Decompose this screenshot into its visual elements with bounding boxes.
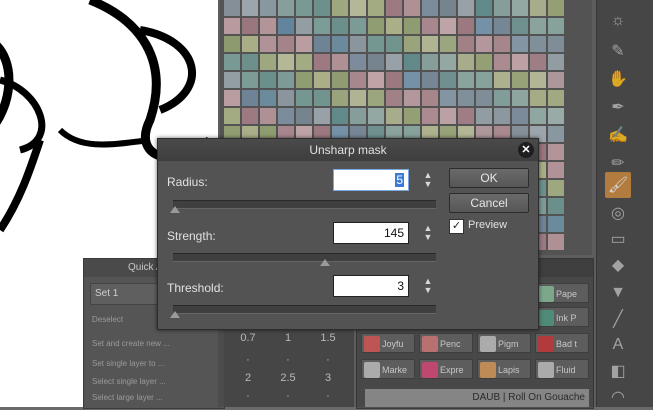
preview-checkbox[interactable]: ✓ <box>449 219 464 234</box>
close-icon[interactable]: ✕ <box>518 142 534 158</box>
quick-row[interactable]: Select single layer ... <box>92 377 166 386</box>
radius-spinner[interactable]: ▲ ▼ <box>422 171 434 193</box>
quick-row[interactable]: Set single layer to ... <box>92 359 164 368</box>
radius-input[interactable]: 5 <box>333 169 409 191</box>
radius-slider-thumb[interactable] <box>170 206 180 213</box>
cancel-button[interactable]: Cancel <box>449 193 529 213</box>
preview-label: Preview <box>468 219 508 231</box>
strength-slider-thumb[interactable] <box>319 259 330 266</box>
radius-value: 5 <box>395 173 404 187</box>
threshold-input[interactable]: 3 <box>333 275 409 297</box>
quick-row[interactable]: Select large layer ... <box>92 393 163 402</box>
ok-button[interactable]: OK <box>449 168 529 188</box>
dialog-title: Unsharp mask <box>158 139 538 161</box>
threshold-label: Threshold: <box>167 281 224 295</box>
quick-row[interactable]: Deselect <box>92 315 123 324</box>
quick-row[interactable]: Set and create new ... <box>92 339 170 348</box>
strength-label: Strength: <box>167 229 216 243</box>
strength-spinner[interactable]: ▲ ▼ <box>422 224 434 246</box>
threshold-spinner[interactable]: ▲ ▼ <box>422 277 434 299</box>
radius-label: Radius: <box>167 175 208 189</box>
unsharp-mask-dialog: Unsharp mask ✕ Radius: 5 ▲ ▼ Strength: 14… <box>157 138 539 330</box>
threshold-slider-thumb[interactable] <box>170 311 180 318</box>
strength-input[interactable]: 145 <box>333 222 409 244</box>
